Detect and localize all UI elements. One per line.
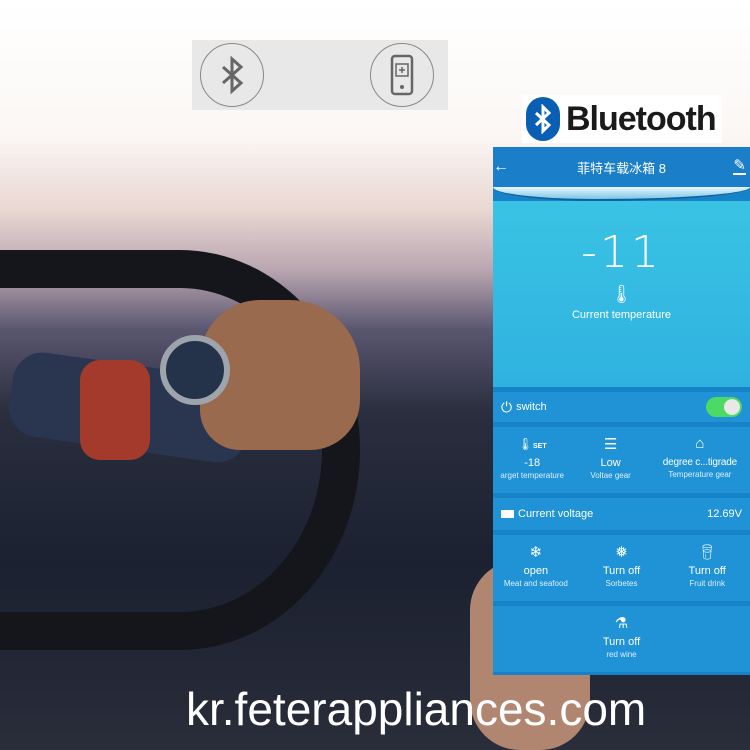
bluetooth-logo: Bluetooth bbox=[522, 95, 722, 143]
mode-status: open bbox=[523, 565, 549, 577]
wave-decoration bbox=[493, 187, 750, 201]
phone-scan-icon bbox=[370, 43, 434, 107]
watch-photo bbox=[160, 335, 230, 405]
thermometer-set-icon: 🌡︎SET bbox=[517, 437, 547, 451]
watermark: kr.feterappliances.com bbox=[186, 683, 647, 735]
power-icon: ⏻ bbox=[501, 398, 513, 415]
voltage-row: Current voltage 12.69V bbox=[493, 498, 750, 530]
temperature-gear-setting[interactable]: ⌂ degree c...tigrade Temperature gear bbox=[650, 427, 750, 493]
switch-row: ⏻ switch bbox=[493, 392, 750, 422]
power-toggle[interactable] bbox=[706, 397, 742, 417]
temperature-gear-icon: ⌂ bbox=[695, 435, 705, 452]
device-title: 菲特车载冰箱 8 bbox=[577, 160, 666, 176]
switch-label: switch bbox=[516, 401, 547, 413]
temperature-gear-label: Temperature gear bbox=[668, 470, 732, 479]
modes-row: ❄ open Meat and seafood ❅ Turn off Sorbe… bbox=[493, 535, 750, 601]
mode-label: Meat and seafood bbox=[503, 579, 568, 588]
voltage-gear-setting[interactable]: ☰ Low Voltae gear bbox=[571, 427, 649, 493]
flask-icon: ⚗ bbox=[614, 615, 629, 632]
target-temperature-label: arget temperature bbox=[500, 471, 564, 480]
temperature-display: -11 🌡︎ Current temperature bbox=[493, 201, 750, 387]
mode-status: Turn off bbox=[602, 565, 641, 577]
mode-label: red wine bbox=[606, 650, 637, 659]
snowflake-icon: ❄ bbox=[529, 544, 543, 561]
target-temperature-setting[interactable]: 🌡︎SET -18 arget temperature bbox=[493, 427, 571, 493]
thermometer-icon: 🌡︎ bbox=[610, 284, 633, 304]
voltage-label: Current voltage bbox=[518, 508, 594, 520]
back-arrow-icon[interactable]: ← bbox=[493, 158, 509, 176]
temperature-gear-value: degree c...tigrade bbox=[662, 457, 738, 468]
current-temperature-value: -11 bbox=[581, 227, 662, 278]
sleeve-photo bbox=[80, 360, 150, 460]
voltage-gear-label: Voltae gear bbox=[590, 471, 631, 480]
bluetooth-logo-text: Bluetooth bbox=[566, 99, 717, 138]
mode-fruit-drink[interactable]: 🥛︎ Turn off Fruit drink bbox=[664, 535, 750, 601]
fridge-app-screen: ← 菲特车载冰箱 8 ✎ -11 🌡︎ Current temperature … bbox=[493, 147, 750, 675]
mode-label: Sorbetes bbox=[605, 579, 638, 588]
mode-status: Turn off bbox=[602, 636, 641, 648]
cup-icon: 🥛︎ bbox=[697, 544, 717, 561]
mode-sorbetes[interactable]: ❅ Turn off Sorbetes bbox=[579, 535, 665, 601]
pairing-illustration bbox=[192, 40, 448, 110]
menu-lines-icon: ☰ bbox=[603, 436, 618, 453]
red-wine-row: ⚗ Turn off red wine bbox=[493, 606, 750, 672]
mode-meat-seafood[interactable]: ❄ open Meat and seafood bbox=[493, 535, 579, 601]
app-header: ← 菲特车载冰箱 8 ✎ bbox=[493, 147, 750, 187]
mode-label: Fruit drink bbox=[689, 579, 725, 588]
bluetooth-logo-icon bbox=[526, 97, 560, 141]
current-temperature-label: Current temperature bbox=[571, 309, 672, 321]
target-temperature-value: -18 bbox=[524, 457, 541, 469]
mode-status: Turn off bbox=[688, 565, 726, 577]
snowflake-drops-icon: ❅ bbox=[615, 544, 628, 561]
bluetooth-icon bbox=[200, 43, 264, 107]
voltage-gear-value: Low bbox=[600, 457, 621, 469]
battery-icon bbox=[501, 510, 514, 519]
mode-red-wine[interactable]: ⚗ Turn off red wine bbox=[493, 606, 750, 672]
edit-pencil-icon[interactable]: ✎ bbox=[733, 158, 746, 175]
settings-row: 🌡︎SET -18 arget temperature ☰ Low Voltae… bbox=[493, 427, 750, 493]
voltage-value: 12.69V bbox=[707, 508, 742, 520]
